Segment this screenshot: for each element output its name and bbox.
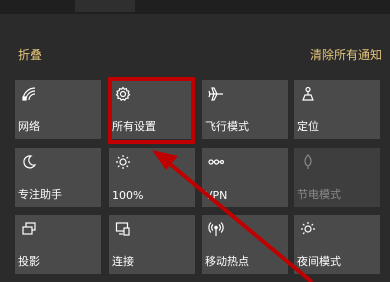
tile-focus-assist[interactable]: 专注助手 [15,148,101,207]
collapse-link[interactable]: 折叠 [18,46,42,63]
top-bar-segment [75,0,135,12]
tile-label: 投影 [18,255,40,268]
night-light-icon [300,221,316,237]
clear-all-notifications-link[interactable]: 清除所有通知 [310,46,382,63]
tile-label: 节电模式 [297,188,341,201]
tile-label: VPN [205,189,228,202]
tile-battery-saver[interactable]: 节电模式 [294,148,380,207]
tile-brightness[interactable]: 100% [109,148,195,207]
tile-night-light[interactable]: 夜间模式 [294,215,380,274]
tile-label: 连接 [112,255,134,268]
project-icon [21,221,37,237]
vpn-icon [208,154,225,170]
tile-airplane-mode[interactable]: 飞行模式 [202,80,288,139]
tile-mobile-hotspot[interactable]: 移动热点 [202,215,288,274]
network-icon [21,86,37,102]
connect-icon [115,221,131,237]
highlight-box [108,77,195,144]
tile-connect[interactable]: 连接 [109,215,195,274]
tile-label: 100% [112,189,144,202]
tile-label: 夜间模式 [297,255,341,268]
tile-label: 网络 [18,120,40,133]
brightness-icon [115,154,131,170]
moon-icon [21,154,37,170]
battery-saver-icon [300,154,316,170]
tile-vpn[interactable]: VPN [202,148,288,207]
hotspot-icon [208,221,224,237]
tile-network[interactable]: 网络 [15,80,101,139]
airplane-icon [208,86,224,102]
tile-label: 专注助手 [18,188,62,201]
tile-label: 定位 [297,120,319,133]
top-bar [0,0,390,14]
tile-location[interactable]: 定位 [294,80,380,139]
location-icon [300,86,316,102]
tile-project[interactable]: 投影 [15,215,101,274]
tile-label: 飞行模式 [205,120,249,133]
tile-label: 移动热点 [205,255,249,268]
